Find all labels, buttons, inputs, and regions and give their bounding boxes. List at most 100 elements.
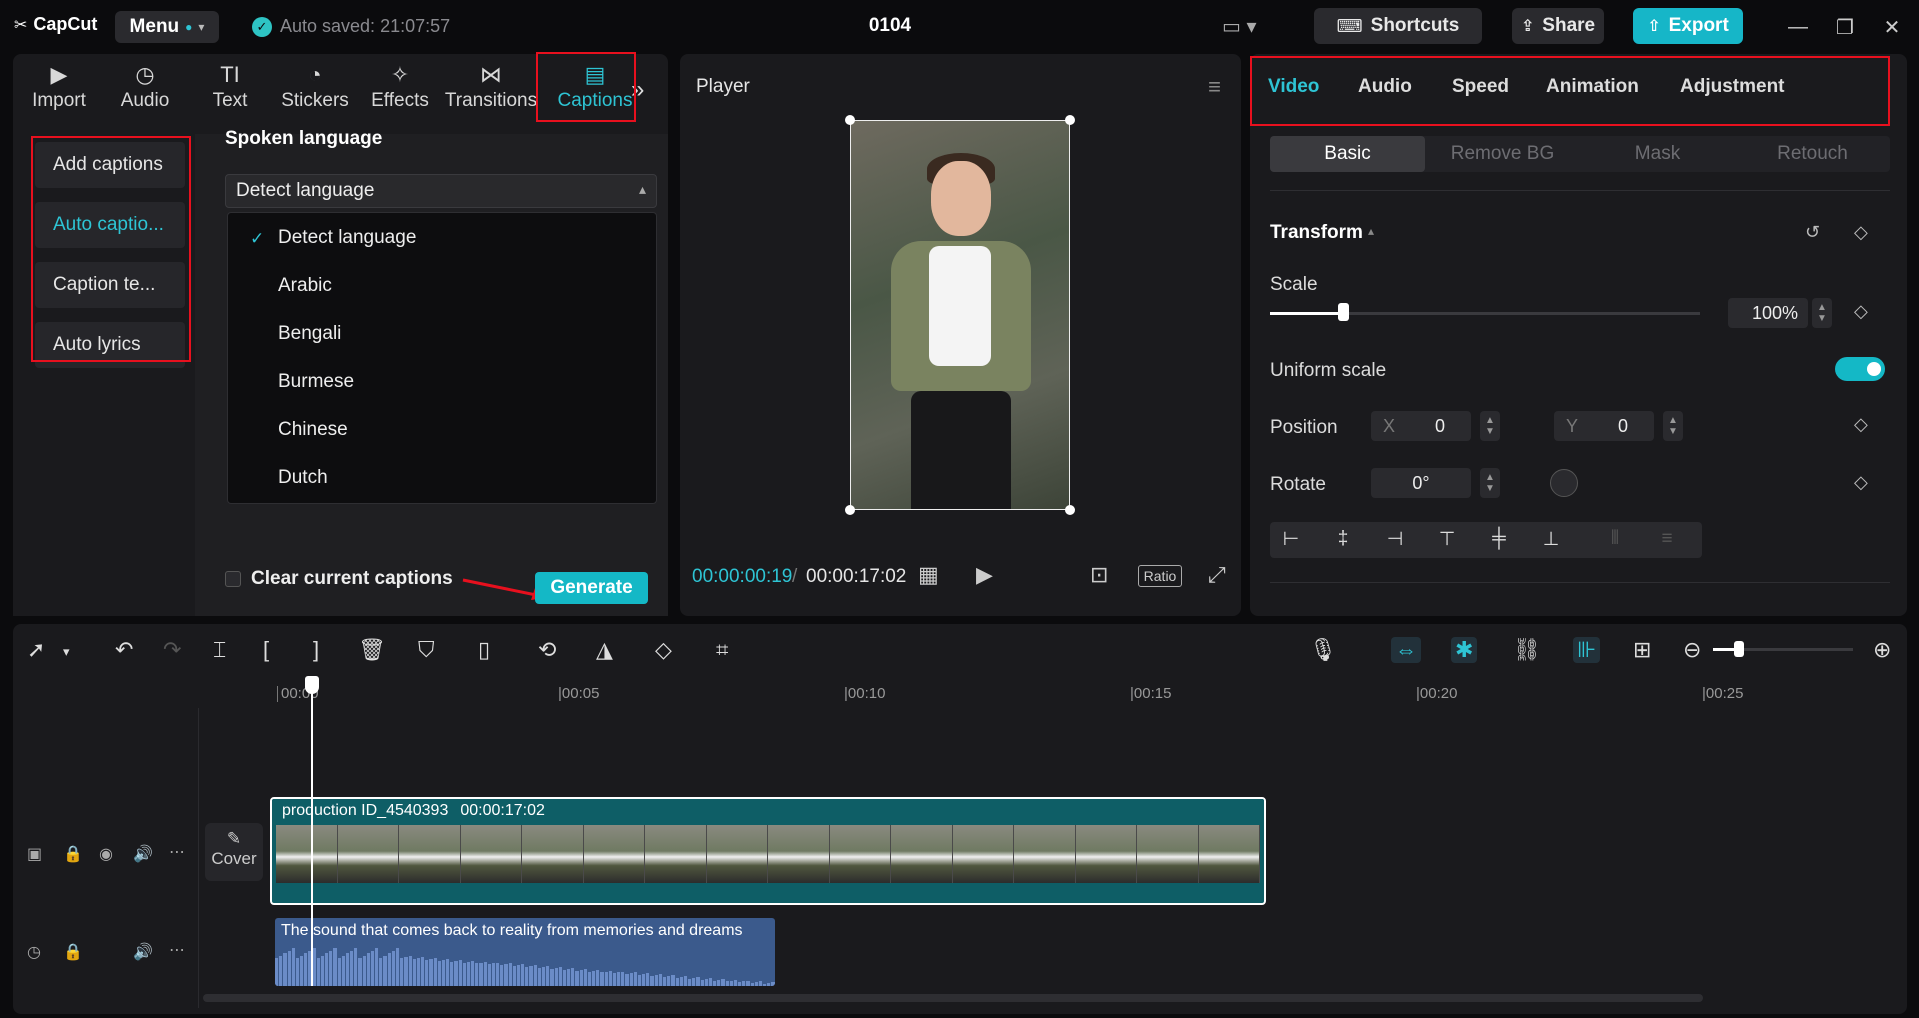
undo-icon[interactable]: ↶ — [115, 637, 133, 663]
restore-icon[interactable]: ❐ — [1825, 12, 1865, 42]
subtab-remove-bg[interactable]: Remove BG — [1425, 136, 1580, 172]
rotate-icon[interactable]: ◇ — [655, 637, 672, 663]
minimize-icon[interactable]: — — [1778, 12, 1818, 42]
link-icon[interactable]: ⛓ — [1513, 637, 1541, 663]
scale-value[interactable]: 100% — [1728, 298, 1808, 328]
option-dutch[interactable]: Dutch — [278, 467, 328, 489]
layout-icon[interactable]: ▭ ▾ — [1222, 14, 1257, 39]
tool-stickers[interactable]: ◔ Stickers — [273, 60, 357, 120]
clear-captions-checkbox[interactable] — [225, 571, 241, 587]
timecode-grid-icon[interactable]: ▦ — [918, 562, 939, 588]
tool-transitions[interactable]: ⋈ Transitions — [441, 60, 541, 120]
playhead-handle[interactable] — [305, 676, 319, 694]
mark-icon[interactable]: ⛉ — [418, 637, 435, 663]
subtab-retouch[interactable]: Retouch — [1735, 136, 1890, 172]
position-y-field[interactable]: Y 0 — [1554, 411, 1654, 441]
keyframe-icon[interactable]: ◇ — [1854, 222, 1868, 243]
auto-snap-icon[interactable]: ✱ — [1451, 637, 1477, 663]
uniform-scale-toggle[interactable] — [1835, 357, 1885, 381]
eye-icon[interactable]: ◉ — [99, 844, 113, 864]
more-icon[interactable]: ⋯ — [169, 940, 185, 960]
tab-adjustment[interactable]: Adjustment — [1680, 76, 1785, 98]
tab-audio[interactable]: Audio — [1358, 76, 1412, 98]
main-track-magnet-icon[interactable]: ⇔ — [1391, 637, 1421, 663]
align-bottom-icon[interactable]: ⊥ — [1536, 528, 1566, 551]
preview-axis-icon[interactable]: ⊪ — [1573, 637, 1600, 663]
shortcuts-button[interactable]: ⌨ Shortcuts — [1314, 8, 1482, 44]
chevron-down-icon[interactable]: ▾ — [63, 644, 70, 660]
hamburger-menu-icon[interactable]: ≡ — [1208, 74, 1221, 100]
export-button[interactable]: ⇧ Export — [1633, 8, 1743, 44]
keyframe-icon[interactable]: ◇ — [1854, 414, 1868, 435]
lock-icon[interactable]: 🔒 — [63, 844, 83, 864]
keyframe-icon[interactable]: ◇ — [1854, 472, 1868, 493]
option-burmese[interactable]: Burmese — [278, 371, 354, 393]
volume-icon[interactable]: 🔊 — [133, 844, 153, 864]
tab-speed[interactable]: Speed — [1452, 76, 1509, 98]
nav-caption-template[interactable]: Caption te... — [35, 262, 185, 308]
delete-icon[interactable]: 🗑 — [358, 637, 386, 663]
rotate-value[interactable]: 0° — [1371, 468, 1471, 498]
zoom-fit-icon[interactable]: ⊡ — [1090, 562, 1108, 588]
select-cursor-icon[interactable]: ➚ — [27, 637, 45, 663]
scale-stepper[interactable]: ▲▼ — [1812, 298, 1832, 328]
tab-video[interactable]: Video — [1268, 76, 1319, 98]
video-clip[interactable]: production ID_4540393 00:00:17:02 — [270, 797, 1266, 905]
reset-icon[interactable]: ↺ — [1805, 222, 1820, 243]
resize-handle[interactable] — [1065, 505, 1075, 515]
trim-right-icon[interactable]: ] — [313, 637, 319, 663]
trim-left-icon[interactable]: [ — [263, 637, 269, 663]
video-preview[interactable] — [850, 120, 1070, 510]
time-ruler[interactable]: 00:00 |00:05 |00:10 |00:15 |00:20 |00:25 — [13, 678, 1907, 708]
microphone-icon[interactable]: 🎙 — [1309, 637, 1337, 663]
menu-button[interactable]: Menu ● ▾ — [115, 11, 219, 43]
zoom-slider-knob[interactable] — [1734, 641, 1744, 657]
position-x-field[interactable]: X 0 — [1371, 411, 1471, 441]
playhead[interactable] — [311, 676, 313, 986]
pos-y-stepper[interactable]: ▲▼ — [1663, 411, 1683, 441]
share-button[interactable]: ⇪ Share — [1512, 8, 1604, 44]
mirror-icon[interactable]: ◮ — [596, 637, 613, 663]
fit-timeline-icon[interactable]: ⊞ — [1633, 637, 1651, 663]
scale-slider-knob[interactable] — [1338, 303, 1349, 321]
nav-auto-captions[interactable]: Auto captio... — [35, 202, 185, 248]
play-icon[interactable]: ▶ — [976, 562, 993, 588]
crop-icon[interactable]: ⌗ — [716, 637, 728, 663]
fullscreen-icon[interactable]: ⤢ — [1208, 562, 1226, 588]
rotate-stepper[interactable]: ▲▼ — [1480, 468, 1500, 498]
resize-handle[interactable] — [845, 115, 855, 125]
align-middle-v-icon[interactable]: ╪ — [1484, 528, 1514, 550]
option-bengali[interactable]: Bengali — [278, 323, 341, 345]
more-tools-icon[interactable]: » — [631, 76, 644, 104]
ratio-button[interactable]: Ratio — [1138, 565, 1182, 587]
split-icon[interactable]: ⌶ — [213, 637, 226, 663]
audio-clip[interactable]: The sound that comes back to reality fro… — [275, 918, 775, 986]
resize-handle[interactable] — [1065, 115, 1075, 125]
nav-auto-lyrics[interactable]: Auto lyrics — [35, 322, 185, 368]
align-right-icon[interactable]: ⊣ — [1380, 528, 1410, 551]
resize-handle[interactable] — [845, 505, 855, 515]
keyframe-icon[interactable]: ◇ — [1854, 301, 1868, 322]
volume-icon[interactable]: 🔊 — [133, 942, 153, 962]
option-detect-language[interactable]: Detect language — [278, 227, 416, 249]
timeline-scrollbar[interactable] — [203, 994, 1703, 1002]
cover-button[interactable]: ✎ Cover — [205, 823, 263, 881]
align-left-icon[interactable]: ⊢ — [1276, 528, 1306, 551]
language-select[interactable]: Detect language ▴ — [225, 174, 657, 208]
nav-add-captions[interactable]: Add captions — [35, 142, 185, 188]
clear-captions-row[interactable]: Clear current captions — [225, 568, 453, 590]
close-icon[interactable]: ✕ — [1872, 12, 1912, 42]
align-top-icon[interactable]: ⊤ — [1432, 528, 1462, 551]
tool-effects[interactable]: ✧ Effects — [358, 60, 442, 120]
tool-captions[interactable]: ▤ Captions — [550, 60, 640, 120]
subtab-basic[interactable]: Basic — [1270, 136, 1425, 172]
freeze-icon[interactable]: ▯ — [478, 637, 490, 663]
tool-import[interactable]: ▶ Import — [17, 60, 101, 120]
rotate-dial[interactable] — [1550, 469, 1578, 497]
reverse-icon[interactable]: ⟲ — [538, 637, 556, 663]
option-arabic[interactable]: Arabic — [278, 275, 332, 297]
lock-icon[interactable]: 🔒 — [63, 942, 83, 962]
tool-audio[interactable]: ◷ Audio — [103, 60, 187, 120]
tab-animation[interactable]: Animation — [1546, 76, 1639, 98]
tool-text[interactable]: TI Text — [188, 60, 272, 120]
